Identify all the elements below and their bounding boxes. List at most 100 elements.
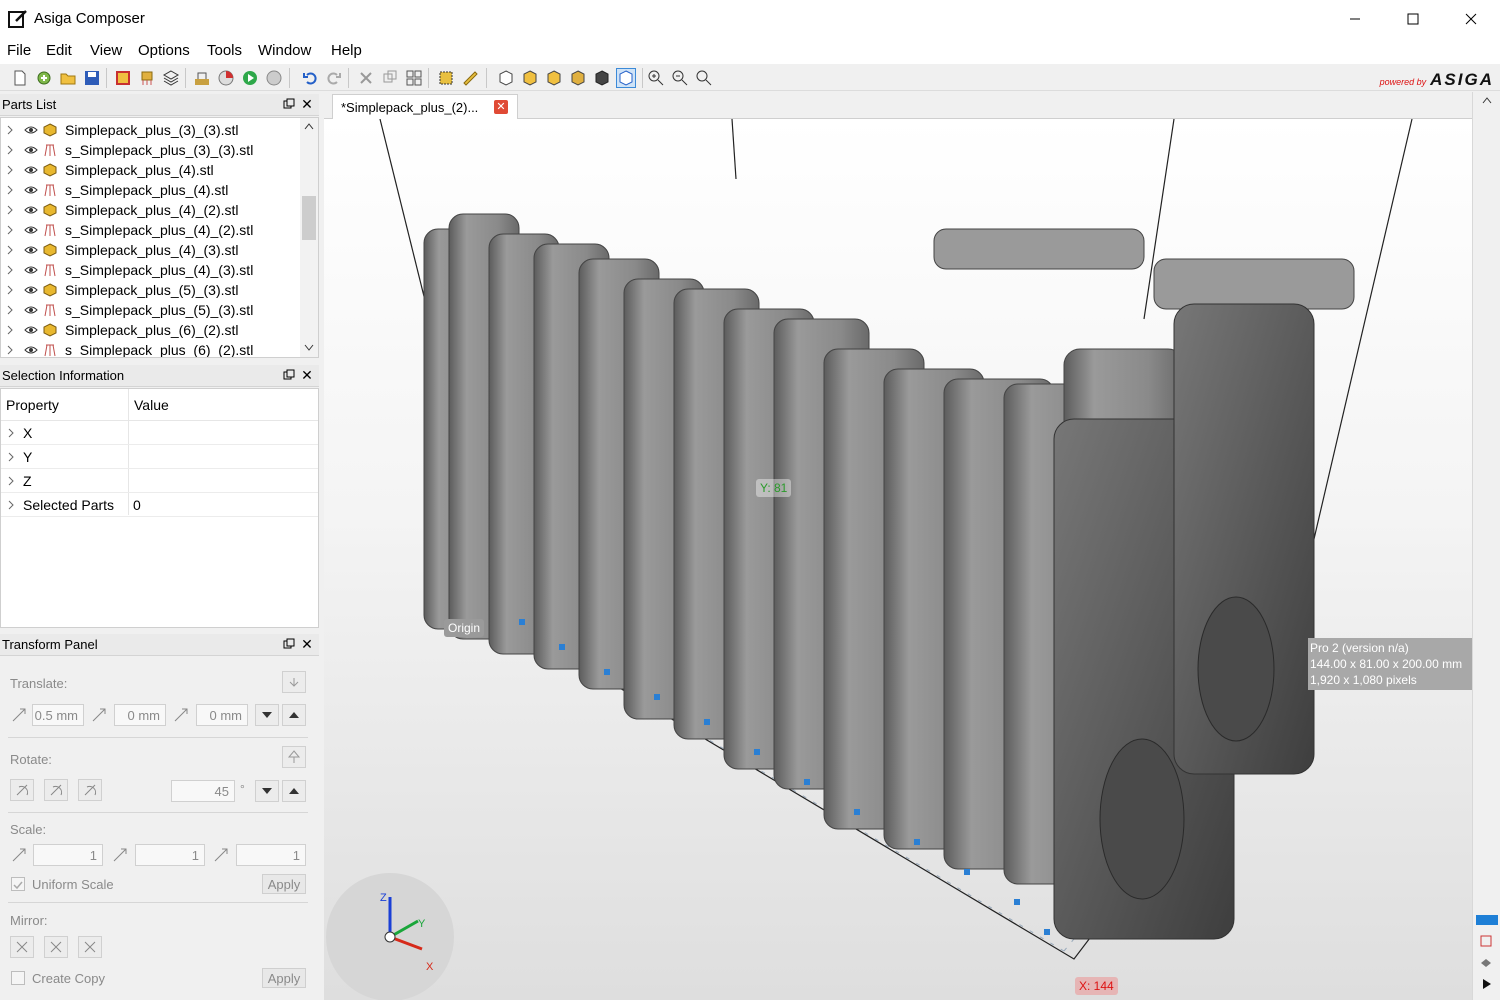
property-row-y[interactable]: Y: [1, 445, 318, 469]
globe-button[interactable]: [264, 68, 284, 88]
parts-list-item[interactable]: Simplepack_plus_(4).stl: [1, 160, 301, 180]
uniform-scale-checkbox[interactable]: [11, 877, 25, 891]
parts-list-item[interactable]: s_Simplepack_plus_(6)_(2).stl: [1, 340, 301, 357]
close-window-button[interactable]: [1442, 0, 1500, 38]
chevron-right-icon[interactable]: [6, 244, 14, 256]
menu-edit[interactable]: Edit: [46, 42, 72, 59]
parts-list-item[interactable]: s_Simplepack_plus_(4).stl: [1, 180, 301, 200]
parts-list-item[interactable]: Simplepack_plus_(3)_(3).stl: [1, 120, 301, 140]
scroll-down-icon[interactable]: [304, 344, 314, 352]
slices-button[interactable]: [113, 68, 133, 88]
chevron-right-icon[interactable]: [7, 475, 15, 487]
parts-list-item[interactable]: Simplepack_plus_(4)_(3).stl: [1, 240, 301, 260]
view-bottom-button[interactable]: [592, 68, 612, 88]
printed-parts[interactable]: [423, 213, 1355, 940]
create-copy-checkbox[interactable]: [11, 971, 25, 985]
chevron-right-icon[interactable]: [6, 224, 14, 236]
zoom-fit-button[interactable]: [694, 68, 714, 88]
copy-button[interactable]: [380, 68, 400, 88]
maximize-button[interactable]: [1384, 0, 1442, 38]
chevron-right-icon[interactable]: [7, 451, 15, 463]
eye-icon[interactable]: [24, 205, 38, 215]
build-button[interactable]: [192, 68, 212, 88]
layer-icon[interactable]: [1479, 934, 1493, 948]
zoom-out-button[interactable]: [670, 68, 690, 88]
menu-file[interactable]: File: [7, 42, 31, 59]
chevron-right-icon[interactable]: [6, 204, 14, 216]
document-tab[interactable]: *Simplepack_plus_(2)... ✕: [332, 94, 518, 119]
parts-list-item[interactable]: s_Simplepack_plus_(4)_(3).stl: [1, 260, 301, 280]
rotate-down-button[interactable]: [255, 780, 279, 802]
eye-icon[interactable]: [24, 345, 38, 355]
eye-icon[interactable]: [24, 285, 38, 295]
measure-button[interactable]: [460, 68, 480, 88]
parts-list-item[interactable]: s_Simplepack_plus_(5)_(3).stl: [1, 300, 301, 320]
eye-icon[interactable]: [24, 125, 38, 135]
rotate-angle-input[interactable]: 45: [171, 780, 235, 802]
undock-icon[interactable]: [283, 638, 295, 650]
parts-list-item[interactable]: s_Simplepack_plus_(4)_(2).stl: [1, 220, 301, 240]
property-row-selected-parts[interactable]: Selected Parts 0: [1, 493, 318, 517]
eye-icon[interactable]: [24, 225, 38, 235]
view-top-button[interactable]: [568, 68, 588, 88]
scroll-up-icon[interactable]: [1482, 96, 1492, 104]
layers-view-icon[interactable]: [1479, 956, 1493, 970]
scale-y-input[interactable]: 1: [135, 844, 205, 866]
play-icon[interactable]: [1481, 978, 1493, 990]
3d-viewport[interactable]: Y: 81 X: 144 Origin Pro 2 (version n/a) …: [324, 119, 1472, 1000]
select-all-button[interactable]: [436, 68, 456, 88]
arrange-button[interactable]: [404, 68, 424, 88]
zoom-in-button[interactable]: [646, 68, 666, 88]
new-file-button[interactable]: [10, 68, 30, 88]
eye-icon[interactable]: [24, 265, 38, 275]
property-row-z[interactable]: Z: [1, 469, 318, 493]
drop-to-platform-button[interactable]: [282, 671, 306, 693]
eye-icon[interactable]: [24, 145, 38, 155]
property-row-x[interactable]: X: [1, 421, 318, 445]
save-button[interactable]: [82, 68, 102, 88]
chevron-right-icon[interactable]: [6, 284, 14, 296]
layer-slider-handle[interactable]: [1476, 915, 1498, 925]
eye-icon[interactable]: [24, 325, 38, 335]
pie-button[interactable]: [216, 68, 236, 88]
orientation-gizmo[interactable]: [326, 873, 454, 1000]
add-part-button[interactable]: [34, 68, 54, 88]
menu-tools[interactable]: Tools: [207, 42, 242, 59]
build-scene[interactable]: [324, 119, 1472, 1000]
eye-icon[interactable]: [24, 165, 38, 175]
chevron-right-icon[interactable]: [6, 124, 14, 136]
mirror-x-button[interactable]: [10, 936, 34, 958]
mirror-y-button[interactable]: [44, 936, 68, 958]
view-side-button[interactable]: [544, 68, 564, 88]
close-panel-icon[interactable]: ✕: [300, 97, 314, 111]
orient-button[interactable]: [282, 746, 306, 768]
scale-z-input[interactable]: 1: [236, 844, 306, 866]
close-tab-icon[interactable]: ✕: [494, 100, 508, 114]
chevron-right-icon[interactable]: [6, 144, 14, 156]
close-panel-icon[interactable]: ✕: [300, 368, 314, 382]
parts-list-item[interactable]: s_Simplepack_plus_(3)_(3).stl: [1, 140, 301, 160]
menu-help[interactable]: Help: [331, 42, 362, 59]
rotate-y-button[interactable]: [44, 779, 68, 801]
minimize-button[interactable]: [1326, 0, 1384, 38]
parts-list-item[interactable]: Simplepack_plus_(4)_(2).stl: [1, 200, 301, 220]
translate-y-input[interactable]: 0 mm: [114, 704, 166, 726]
chevron-right-icon[interactable]: [6, 264, 14, 276]
view-iso-button[interactable]: [496, 68, 516, 88]
menu-view[interactable]: View: [90, 42, 122, 59]
menu-window[interactable]: Window: [258, 42, 311, 59]
chevron-right-icon[interactable]: [6, 344, 14, 356]
translate-z-input[interactable]: 0 mm: [196, 704, 248, 726]
undock-icon[interactable]: [283, 98, 295, 110]
scale-x-input[interactable]: 1: [33, 844, 103, 866]
chevron-right-icon[interactable]: [6, 304, 14, 316]
parts-list-scrollbar[interactable]: [300, 118, 318, 357]
rotate-up-button[interactable]: [282, 780, 306, 802]
mirror-apply-button[interactable]: Apply: [262, 968, 306, 988]
close-panel-icon[interactable]: ✕: [300, 637, 314, 651]
mirror-z-button[interactable]: [78, 936, 102, 958]
eye-icon[interactable]: [24, 305, 38, 315]
open-button[interactable]: [58, 68, 78, 88]
scroll-up-icon[interactable]: [304, 122, 314, 130]
chevron-right-icon[interactable]: [7, 499, 15, 511]
